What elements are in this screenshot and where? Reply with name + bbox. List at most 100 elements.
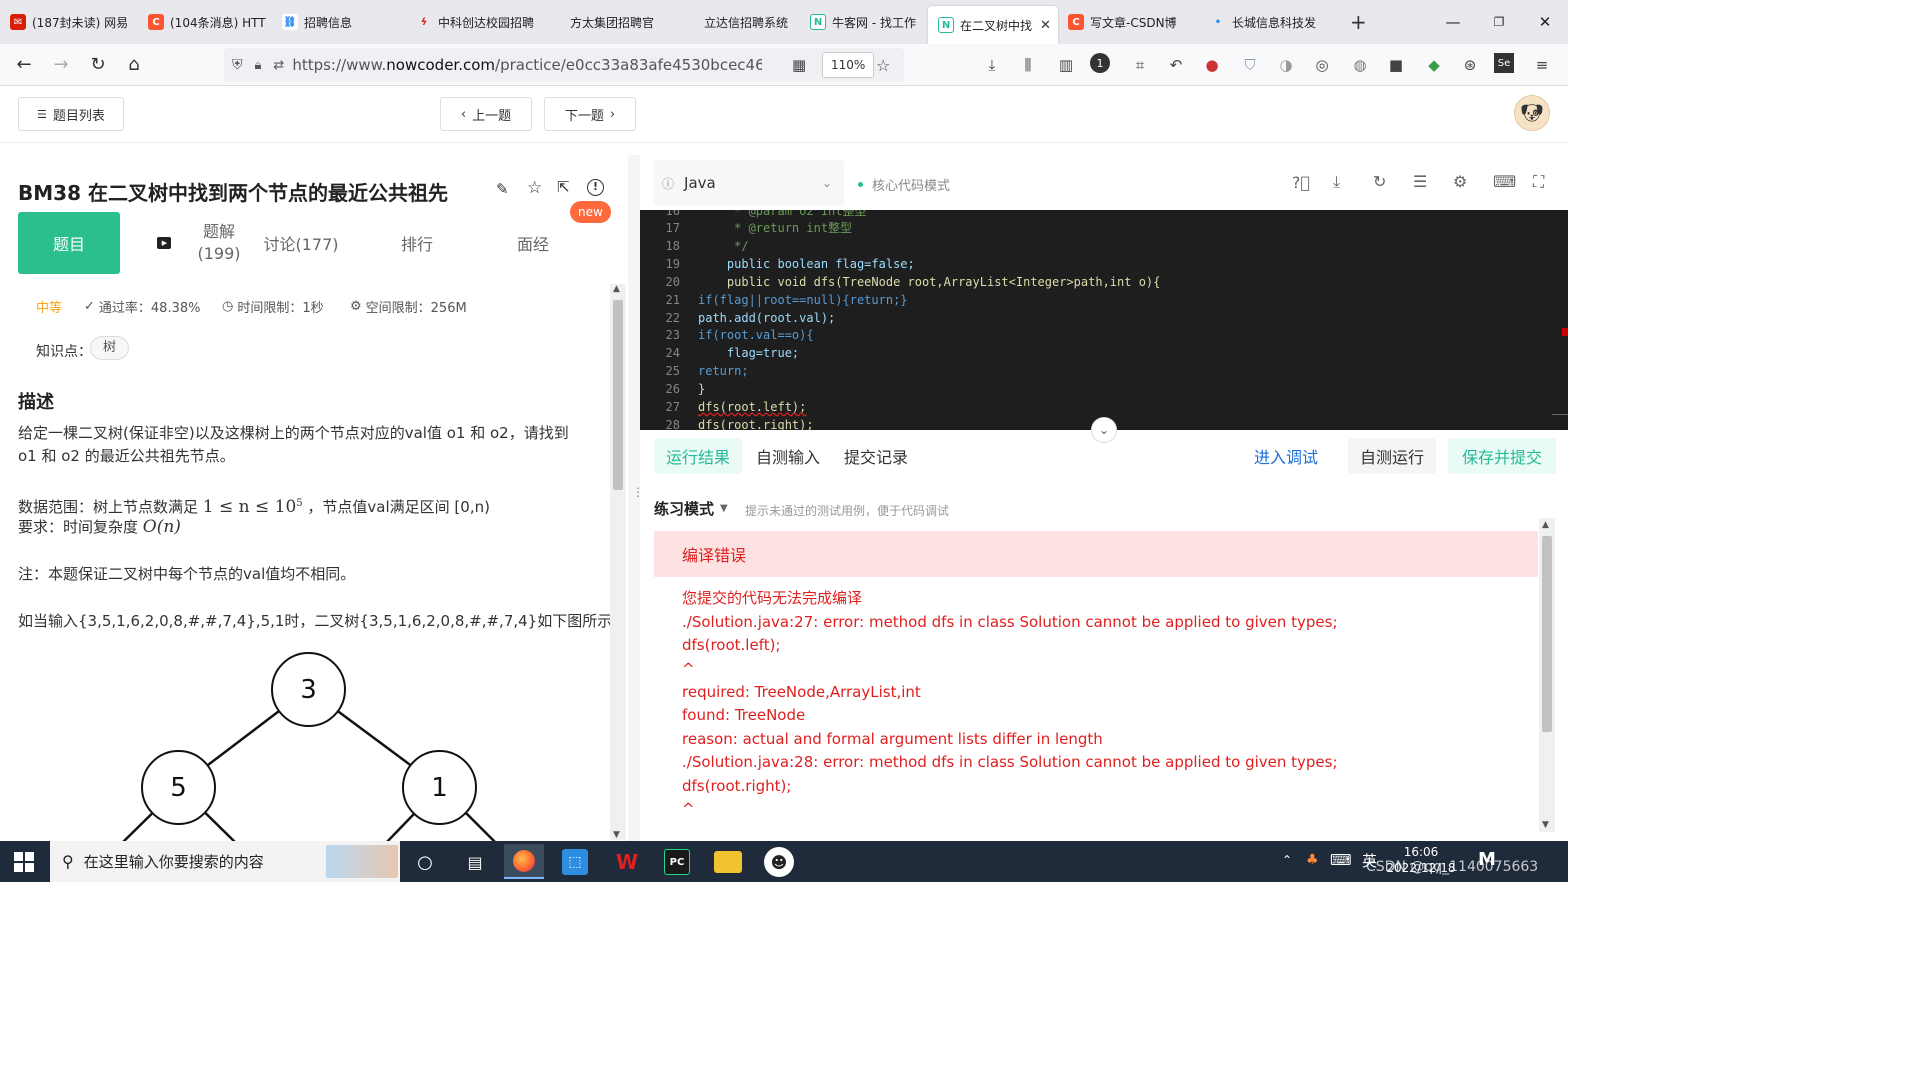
windows-start-icon[interactable] bbox=[14, 852, 34, 872]
crop-icon[interactable]: ⌗ bbox=[1128, 53, 1152, 77]
home-icon[interactable]: ⌂ bbox=[116, 47, 152, 83]
error-line: required: TreeNode,ArrayList,int bbox=[682, 683, 921, 701]
tab-interview[interactable]: 面经 bbox=[498, 212, 568, 274]
back-icon[interactable]: ← bbox=[6, 47, 42, 83]
browser-tab-active[interactable]: N 在二叉树中找 ✕ bbox=[928, 6, 1058, 44]
browser-tab[interactable]: C (104条消息) HTT bbox=[138, 0, 272, 44]
tab-custom-input[interactable]: 自测输入 bbox=[744, 438, 832, 474]
debug-button[interactable]: 进入调试 bbox=[1242, 438, 1330, 474]
download-icon[interactable]: ⤓ bbox=[1333, 172, 1340, 192]
knowledge-label: 知识点： bbox=[36, 344, 92, 360]
reload-icon[interactable]: ↻ bbox=[80, 47, 116, 83]
error-line: dfs(root.right); bbox=[682, 777, 792, 795]
tray-expand-icon[interactable]: ⌃ bbox=[1282, 853, 1292, 867]
prev-problem-button[interactable]: ‹ 上一题 bbox=[440, 97, 532, 131]
task-view-icon[interactable]: ○ bbox=[410, 847, 440, 877]
tab-solutions[interactable]: ▶ 题解 (199) bbox=[134, 212, 264, 274]
reset-icon[interactable]: ↻ bbox=[1373, 172, 1386, 191]
close-tab-icon[interactable]: ✕ bbox=[1040, 18, 1051, 33]
scrollbar-thumb[interactable] bbox=[1542, 536, 1552, 732]
library-icon[interactable]: ⫼ bbox=[1016, 53, 1040, 77]
edit-icon[interactable]: ✎ bbox=[496, 180, 509, 198]
browser-tab[interactable]: ⛓ 招聘信息 bbox=[272, 0, 406, 44]
knowledge-tag[interactable]: 树 bbox=[90, 336, 130, 360]
selenium-icon[interactable]: Se bbox=[1494, 53, 1514, 73]
format-icon[interactable]: ☰ bbox=[1413, 172, 1427, 191]
url-bar[interactable]: ⛨ 🔒︎ ⇄ https://www.nowcoder.com/practice… bbox=[224, 48, 904, 82]
tab-label: (187封未读) 网易 bbox=[32, 15, 129, 30]
pycharm-icon[interactable]: PC bbox=[664, 849, 690, 875]
tab-run-result[interactable]: 运行结果 bbox=[654, 438, 743, 474]
wps-icon[interactable]: W bbox=[612, 847, 642, 877]
scrollbar-thumb[interactable] bbox=[613, 300, 623, 490]
download-icon[interactable]: ⤓ bbox=[980, 53, 1004, 77]
save-submit-button[interactable]: 保存并提交 bbox=[1448, 438, 1556, 474]
taskbar-search[interactable]: ⚲ 在这里输入你要搜索的内容 bbox=[50, 841, 400, 882]
qr-code-icon[interactable]: ▦ bbox=[792, 56, 806, 74]
extension-icon[interactable]: ◎ bbox=[1310, 53, 1334, 77]
extension-icon[interactable]: ● bbox=[1200, 53, 1224, 77]
help-icon[interactable]: ?⃝ bbox=[1292, 173, 1310, 192]
browser-tab[interactable]: N 牛客网 - 找工作 bbox=[800, 0, 928, 44]
tab-statement[interactable]: 题目 bbox=[18, 212, 120, 274]
tab-discuss[interactable]: 讨论(177) bbox=[258, 212, 344, 274]
app-avatar-icon[interactable]: ☻ bbox=[764, 847, 794, 877]
widgets-icon[interactable]: ▤ bbox=[460, 847, 490, 877]
undo-icon[interactable]: ↶ bbox=[1164, 53, 1188, 77]
problem-scrollbar[interactable]: ▲ ▼ bbox=[610, 284, 626, 840]
scroll-up-icon[interactable]: ▲ bbox=[1542, 520, 1549, 530]
app-icon[interactable]: ⬚ bbox=[562, 849, 588, 875]
new-tab-icon[interactable]: + bbox=[1340, 0, 1380, 44]
extension-icon[interactable]: ⊛ bbox=[1458, 53, 1482, 77]
firefox-icon[interactable] bbox=[504, 844, 544, 879]
result-scrollbar[interactable]: ▲ ▼ bbox=[1539, 518, 1555, 832]
zoom-indicator[interactable]: 110% bbox=[822, 52, 875, 78]
browser-tab[interactable]: 方太集团招聘官 bbox=[548, 0, 688, 44]
browser-tab[interactable]: • 长城信息科技发 bbox=[1200, 0, 1340, 44]
collapse-editor-icon[interactable]: ⌄ bbox=[1091, 417, 1117, 443]
pane-divider[interactable]: ⋮ bbox=[628, 155, 644, 841]
sidebar-icon[interactable]: ▥ bbox=[1054, 53, 1078, 77]
fullscreen-icon[interactable]: ⛶ bbox=[1533, 172, 1544, 192]
extension-1-icon[interactable]: 1 bbox=[1090, 53, 1110, 73]
tab-label: 方太集团招聘官 bbox=[570, 15, 655, 30]
avatar[interactable]: 🐶︎ bbox=[1514, 95, 1550, 131]
browser-tab[interactable]: ϟ 中科创达校园招聘 bbox=[406, 0, 548, 44]
error-line: 您提交的代码无法完成编译 bbox=[682, 589, 863, 607]
settings-icon[interactable]: ⚙ bbox=[1453, 172, 1467, 191]
extension-icon[interactable]: ◆ bbox=[1422, 53, 1446, 77]
tab-rank[interactable]: 排行 bbox=[382, 212, 452, 274]
notification-icon[interactable]: M bbox=[1478, 849, 1496, 870]
window-close-icon[interactable]: ✕ bbox=[1522, 0, 1568, 44]
browser-tab[interactable]: ✉ (187封未读) 网易 bbox=[0, 0, 138, 44]
language-select[interactable]: ⓘ Java ⌄ bbox=[654, 160, 844, 206]
next-problem-button[interactable]: 下一题 › bbox=[544, 97, 636, 131]
minimize-icon[interactable]: — bbox=[1430, 0, 1476, 44]
bookmark-star-icon[interactable]: ☆ bbox=[876, 56, 890, 75]
star-icon[interactable]: ☆ bbox=[527, 178, 542, 198]
menu-icon[interactable]: ≡ bbox=[1530, 53, 1554, 77]
extension-icon[interactable]: ■ bbox=[1384, 53, 1408, 77]
keyboard-tray-icon[interactable]: ⌨ bbox=[1330, 851, 1352, 869]
globe-icon[interactable]: ◍ bbox=[1348, 53, 1372, 77]
browser-tab[interactable]: C 写文章-CSDN博 bbox=[1058, 0, 1200, 44]
tray-app-icon[interactable]: ♣ bbox=[1306, 852, 1319, 868]
self-run-button[interactable]: 自测运行 bbox=[1348, 438, 1436, 474]
scroll-down-icon[interactable]: ▼ bbox=[1542, 820, 1549, 830]
code-editor[interactable]: 16 * @param o2 int整型 17 * @return int整型 … bbox=[640, 210, 1568, 430]
browser-tab[interactable]: 立达信招聘系统 bbox=[688, 0, 800, 44]
keyboard-icon[interactable]: ⌨ bbox=[1493, 172, 1516, 191]
scroll-down-icon[interactable]: ▼ bbox=[613, 830, 620, 840]
restore-icon[interactable]: ❐ bbox=[1476, 0, 1522, 44]
file-explorer-icon[interactable] bbox=[714, 851, 742, 873]
share-icon[interactable]: ⇱ bbox=[557, 178, 570, 196]
forward-icon[interactable]: → bbox=[43, 47, 79, 83]
practice-mode-select[interactable]: 练习模式 ▼ bbox=[654, 498, 728, 519]
problem-list-button[interactable]: ☰ 题目列表 bbox=[18, 97, 124, 131]
scroll-up-icon[interactable]: ▲ bbox=[613, 284, 620, 294]
report-icon[interactable]: ! bbox=[587, 179, 604, 196]
tab-submit-history[interactable]: 提交记录 bbox=[832, 438, 920, 474]
code-text: return; bbox=[698, 364, 749, 378]
shield-ext-icon[interactable]: ⛉ bbox=[1238, 53, 1262, 77]
extension-icon[interactable]: ◑ bbox=[1274, 53, 1298, 77]
